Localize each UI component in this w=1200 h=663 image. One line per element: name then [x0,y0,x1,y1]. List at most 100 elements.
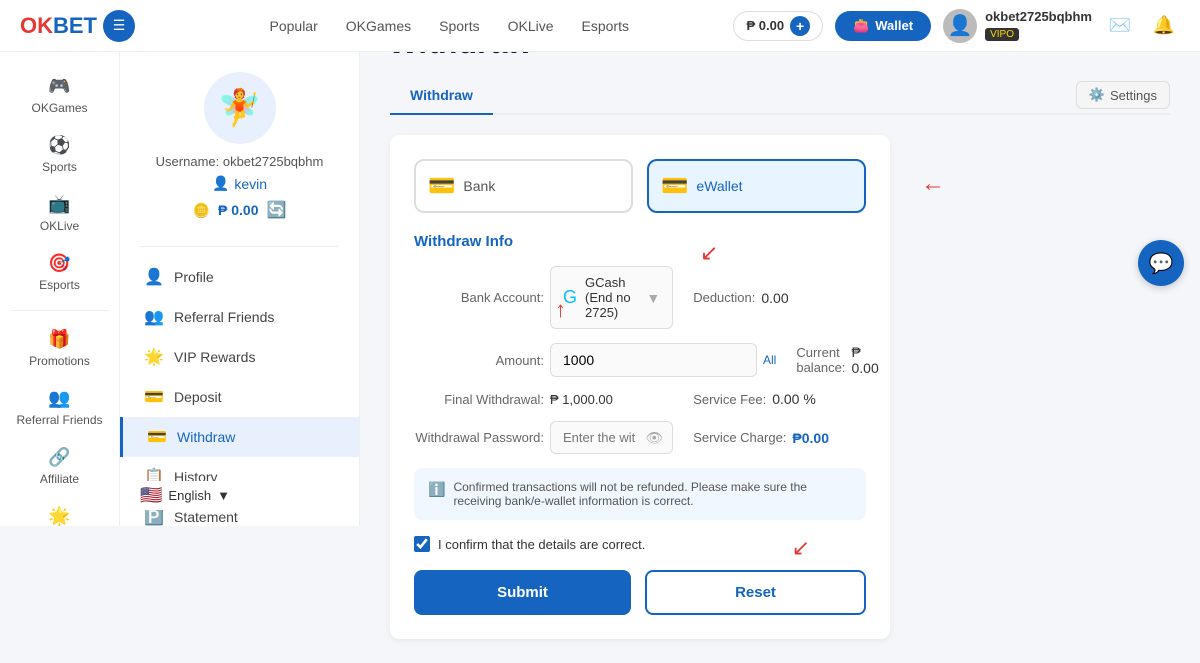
profile-name-icon: 👤 [212,175,229,192]
notification-bell-icon[interactable]: 🔔 [1148,10,1180,42]
chat-icon: 💬 [1149,251,1174,276]
settings-gear-icon: ⚙️ [1089,87,1105,103]
tabs-bar: Withdraw ⚙️ Settings [390,77,1170,115]
okgames-icon: 🎮 [48,76,70,97]
payment-bank-button[interactable]: 💳 Bank [414,159,633,213]
amount-input[interactable] [550,343,757,377]
nav-esports[interactable]: Esports [582,18,629,34]
profile-balance-amount: ₱ 0.00 [218,202,258,218]
username-display: okbet2725bqbhm [985,9,1092,24]
reset-button[interactable]: Reset [645,570,866,615]
confirm-arrow-indicator: ↙ [792,535,810,561]
nav-right: ₱ 0.00 + 👛 Wallet 👤 okbet2725bqbhm VIPO … [733,9,1180,43]
profile-username: Username: okbet2725bqbhm [140,154,339,169]
logo-ok: OK [20,13,53,39]
balance-display: ₱ 0.00 + [733,11,823,41]
bank-account-select[interactable]: G GCash (End no 2725) ▼ [550,266,673,329]
sidebar-item-label: Sports [42,160,77,174]
profile-menu-deposit[interactable]: 💳 Deposit [120,377,359,417]
payment-methods: 💳 Bank 💳 eWallet [414,159,866,213]
tab-withdraw[interactable]: Withdraw [390,77,493,115]
affiliate-icon: 🔗 [48,447,70,468]
bank-dropdown-arrow-icon: ▼ [646,290,660,306]
logo[interactable]: OK BET ☰ [20,10,135,42]
wallet-balance-icon: 🪙 [193,202,210,219]
profile-divider [140,246,339,247]
promotions-icon: 🎁 [48,329,70,350]
payment-bank-label: Bank [463,178,495,194]
nav-oklive[interactable]: OKLive [508,18,554,34]
all-link[interactable]: All [763,353,776,367]
bank-account-label: Bank Account: [414,290,544,305]
profile-menu-deposit-icon: 💳 [144,387,164,407]
profile-menu-statement-label: Statement [174,509,238,525]
profile-avatar: 🧚 [204,72,276,144]
sidebar-item-vip[interactable]: 🌟 VIP Rewards [0,496,119,526]
language-label: English [168,488,211,503]
service-charge-label: Service Charge: [693,430,786,445]
profile-menu-referral-icon: 👥 [144,307,164,327]
chat-button[interactable]: 💬 [1138,240,1184,286]
sidebar-item-label: Referral Friends [16,413,102,427]
ewallet-arrow-indicator: ← [921,170,945,198]
nav-okgames[interactable]: OKGames [346,18,411,34]
profile-menu-referral-label: Referral Friends [174,309,274,325]
sidebar-item-okgames[interactable]: 🎮 OKGames [0,66,119,125]
profile-menu-profile-icon: 👤 [144,267,164,287]
sidebar-item-label: Esports [39,278,80,292]
profile-sidebar: 🧚 Username: okbet2725bqbhm 👤 kevin 🪙 ₱ 0… [120,52,360,526]
wallet-button[interactable]: 👛 Wallet [835,11,931,41]
user-avatar: 👤 [943,9,977,43]
profile-header: 🧚 Username: okbet2725bqbhm 👤 kevin 🪙 ₱ 0… [120,72,359,236]
sidebar-item-affiliate[interactable]: 🔗 Affiliate [0,437,119,496]
sidebar-item-label: OKLive [40,219,79,233]
withdrawal-password-label: Withdrawal Password: [414,430,544,445]
add-balance-button[interactable]: + [790,16,810,36]
submit-button[interactable]: Submit [414,570,631,615]
settings-button[interactable]: ⚙️ Settings [1076,81,1170,109]
profile-balance: 🪙 ₱ 0.00 🔄 [140,200,339,220]
info-icon: ℹ️ [428,481,445,498]
settings-label: Settings [1110,88,1157,103]
service-charge-value: ₱0.00 [792,430,829,446]
sidebar-item-referral[interactable]: 👥 Referral Friends [0,378,119,437]
nav-popular[interactable]: Popular [270,18,318,34]
refresh-balance-button[interactable]: 🔄 [267,200,287,220]
profile-menu-withdraw-label: Withdraw [177,429,235,445]
bank-account-value: GCash (End no 2725) [585,275,638,320]
show-password-icon[interactable]: 👁 [645,429,663,446]
profile-menu-profile[interactable]: 👤 Profile [120,257,359,297]
profile-menu-referral[interactable]: 👥 Referral Friends [120,297,359,337]
confirm-checkbox[interactable] [414,536,430,552]
sidebar-item-sports[interactable]: ⚽ Sports [0,125,119,184]
deduction-value: 0.00 [761,290,788,306]
language-selector[interactable]: 🇺🇸 English ▼ [130,481,240,510]
menu-toggle-button[interactable]: ☰ [103,10,135,42]
user-area[interactable]: 👤 okbet2725bqbhm VIPO [943,9,1092,43]
sports-icon: ⚽ [48,135,70,156]
profile-menu-vip[interactable]: 🌟 VIP Rewards [120,337,359,377]
wallet-label: Wallet [875,18,913,33]
final-withdrawal-value: ₱ 1,000.00 [550,392,613,407]
payment-ewallet-button[interactable]: 💳 eWallet [647,159,866,213]
deduction-label: Deduction: [693,290,755,305]
sidebar-item-label: OKGames [31,101,87,115]
nav-sports[interactable]: Sports [439,18,479,34]
service-fee-value: 0.00 % [772,391,816,407]
vip-badge: VIPO [985,28,1019,41]
sidebar-divider [10,310,109,311]
logo-bet: BET [53,13,97,39]
notice-box: ℹ️ Confirmed transactions will not be re… [414,468,866,520]
current-balance-value: ₱ 0.00 [852,344,879,376]
left-sidebar: 🎮 OKGames ⚽ Sports 📺 OKLive 🎯 Esports 🎁 … [0,52,120,526]
mail-icon[interactable]: ✉️ [1104,10,1136,42]
profile-menu-withdraw[interactable]: 💳 Withdraw [120,417,359,457]
sidebar-item-oklive[interactable]: 📺 OKLive [0,184,119,243]
sidebar-item-promotions[interactable]: 🎁 Promotions [0,319,119,378]
action-buttons: Submit Reset [414,570,866,615]
final-withdrawal-label: Final Withdrawal: [414,392,544,407]
amount-label: Amount: [414,353,544,368]
sidebar-item-esports[interactable]: 🎯 Esports [0,243,119,302]
confirm-label: I confirm that the details are correct. [438,537,645,552]
user-info: okbet2725bqbhm VIPO [985,9,1092,41]
